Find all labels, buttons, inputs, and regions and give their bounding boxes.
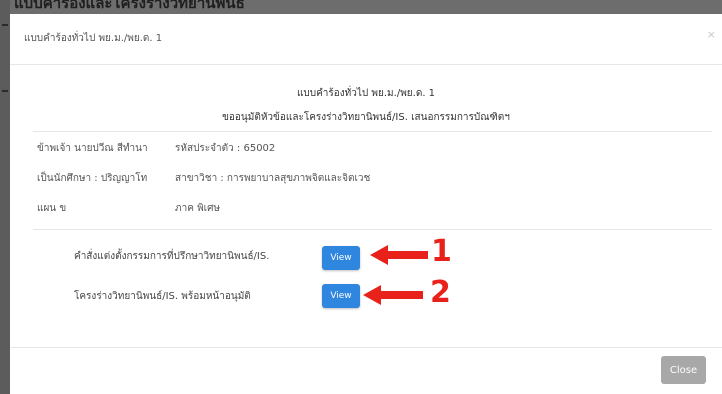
document-label-thesis-proposal: โครงร่างวิทยานิพนธ์/IS. พร้อมหน้าอนุมัติ [74, 291, 251, 302]
red-arrow-2-icon [363, 285, 423, 305]
student-name: ข้าพเจ้า นายปวีณ สีทำนา [37, 143, 148, 154]
backdrop-mark [2, 24, 8, 26]
modal-title: แบบคำร้องทั่วไป พย.ม./พย.ด. 1 [24, 33, 163, 44]
annotation-number-1: 1 [431, 234, 452, 269]
form-heading: แบบคำร้องทั่วไป พย.ม./พย.ด. 1 [296, 88, 436, 99]
divider [33, 229, 712, 230]
divider [33, 131, 712, 132]
student-degree: เป็นนักศึกษา : ปริญญาโท [37, 173, 148, 184]
background-page-title: แบบคำร้องและโครงร่างวิทยานิพนธ์ [14, 0, 245, 12]
close-icon[interactable]: × [707, 29, 716, 40]
student-id: รหัสประจำตัว : 65002 [175, 143, 276, 154]
modal-header: แบบคำร้องทั่วไป พย.ม./พย.ด. 1 × [10, 14, 722, 65]
backdrop-left-strip [0, 0, 10, 394]
form-subheading: ขออนุมัติหัวข้อและโครงร่างวิทยานิพนธ์/IS… [222, 112, 510, 123]
red-arrow-1-icon [370, 245, 428, 265]
annotation-number-2: 2 [430, 275, 451, 310]
student-plan: แผน ข [37, 203, 67, 214]
student-program: ภาค พิเศษ [175, 203, 221, 214]
document-label-advisor-appointment: คำสั่งแต่งตั้งกรรมการที่ปรึกษาวิทยานิพนธ… [74, 251, 270, 262]
view-advisor-appointment-button[interactable]: View [322, 246, 360, 270]
student-major: สาขาวิชา : การพยาบาลสุขภาพจิตและจิตเวช [175, 173, 371, 184]
view-thesis-proposal-button[interactable]: View [322, 284, 360, 308]
modal-dialog: แบบคำร้องทั่วไป พย.ม./พย.ด. 1 × แบบคำร้อ… [10, 14, 722, 394]
backdrop-mark [2, 90, 8, 92]
footer-divider [10, 347, 722, 348]
close-button[interactable]: Close [661, 356, 706, 384]
